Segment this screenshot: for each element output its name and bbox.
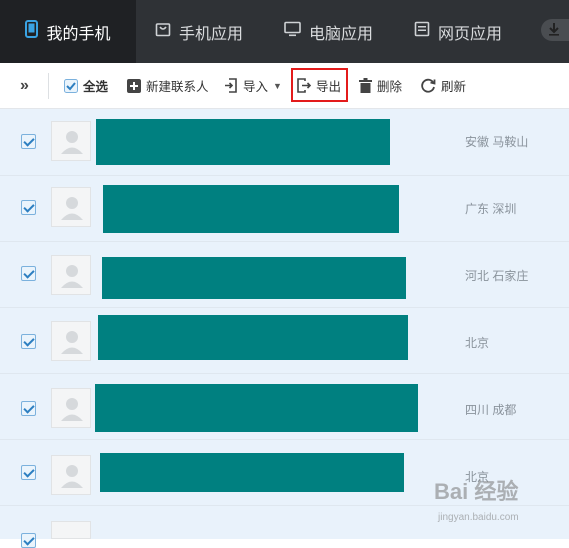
redacted-contact-info — [96, 119, 390, 165]
tab-label: 电脑应用 — [309, 25, 374, 43]
contact-location: 北京 — [465, 336, 490, 350]
default-avatar-icon — [61, 465, 83, 488]
default-avatar-icon — [61, 131, 83, 154]
redacted-contact-info — [98, 315, 408, 360]
row-checkbox[interactable] — [21, 134, 36, 149]
import-label: 导入 — [243, 80, 269, 94]
avatar — [51, 187, 91, 227]
redacted-contact-info — [102, 257, 406, 299]
import-icon — [224, 78, 238, 93]
avatar — [51, 455, 91, 495]
redacted-contact-info — [95, 384, 418, 432]
row-checkbox[interactable] — [21, 200, 36, 215]
avatar — [51, 255, 91, 295]
contact-row[interactable]: 河北 石家庄 — [0, 241, 569, 308]
default-avatar-icon — [61, 331, 83, 354]
top-navigation: 我的手机 手机应用 电脑应用 网页应用 — [0, 0, 569, 63]
import-dropdown[interactable]: 导入 ▼ — [224, 63, 282, 108]
select-all-label: 全选 — [83, 80, 109, 94]
redacted-contact-info — [100, 453, 404, 492]
toolbar-divider — [48, 73, 49, 99]
avatar — [51, 121, 91, 161]
tab-web-apps[interactable]: 网页应用 — [414, 0, 502, 63]
avatar — [51, 321, 91, 361]
row-checkbox[interactable] — [21, 465, 36, 480]
webpage-icon — [414, 21, 430, 42]
checkbox-checked-icon — [64, 78, 78, 93]
baidu-watermark: Bai 经验 — [434, 479, 519, 504]
delete-label: 删除 — [377, 80, 403, 94]
tab-label: 我的手机 — [46, 25, 111, 43]
bag-icon — [155, 21, 171, 42]
double-chevron-icon: » — [20, 76, 29, 94]
contact-location: 安徽 马鞍山 — [465, 135, 529, 149]
contact-location: 四川 成都 — [465, 403, 517, 417]
watermark-url: jingyan.baidu.com — [438, 512, 519, 523]
contact-row[interactable]: 广东 深圳 — [0, 175, 569, 242]
row-checkbox[interactable] — [21, 266, 36, 281]
tab-label: 网页应用 — [438, 25, 503, 43]
avatar — [51, 521, 91, 539]
phone-icon — [25, 20, 39, 43]
default-avatar-icon — [61, 197, 83, 220]
delete-button[interactable]: 删除 — [359, 63, 402, 108]
caret-down-icon: ▼ — [273, 80, 282, 91]
contact-location: 广东 深圳 — [465, 202, 517, 216]
row-checkbox[interactable] — [21, 401, 36, 416]
contact-location: 河北 石家庄 — [465, 269, 529, 283]
download-icon — [548, 22, 560, 39]
tab-pc-apps[interactable]: 电脑应用 — [284, 0, 373, 63]
refresh-icon — [421, 78, 436, 93]
expand-sidebar-button[interactable]: » — [20, 63, 29, 108]
new-contact-label: 新建联系人 — [146, 80, 209, 94]
refresh-label: 刷新 — [441, 80, 467, 94]
export-highlight-box — [291, 68, 348, 102]
download-button[interactable] — [541, 19, 569, 41]
contact-row[interactable]: 四川 成都 — [0, 373, 569, 440]
toolbar: » 全选 新建联系人 导入 ▼ 导出 删除 刷新 — [0, 63, 569, 109]
tab-label: 手机应用 — [179, 25, 244, 43]
default-avatar-icon — [61, 265, 83, 288]
redacted-contact-info — [103, 185, 399, 233]
row-checkbox[interactable] — [21, 334, 36, 349]
select-all-checkbox[interactable]: 全选 — [64, 63, 108, 108]
contact-row[interactable]: 安徽 马鞍山 — [0, 109, 569, 176]
monitor-icon — [284, 21, 301, 42]
refresh-button[interactable]: 刷新 — [421, 63, 466, 108]
tab-my-phone[interactable]: 我的手机 — [0, 0, 136, 63]
plus-icon — [127, 78, 141, 93]
default-avatar-icon — [61, 398, 83, 421]
row-checkbox[interactable] — [21, 533, 36, 548]
tab-phone-apps[interactable]: 手机应用 — [155, 0, 243, 63]
new-contact-button[interactable]: 新建联系人 — [127, 63, 209, 108]
trash-icon — [359, 78, 372, 93]
contact-row[interactable]: 北京 — [0, 307, 569, 374]
avatar — [51, 388, 91, 428]
